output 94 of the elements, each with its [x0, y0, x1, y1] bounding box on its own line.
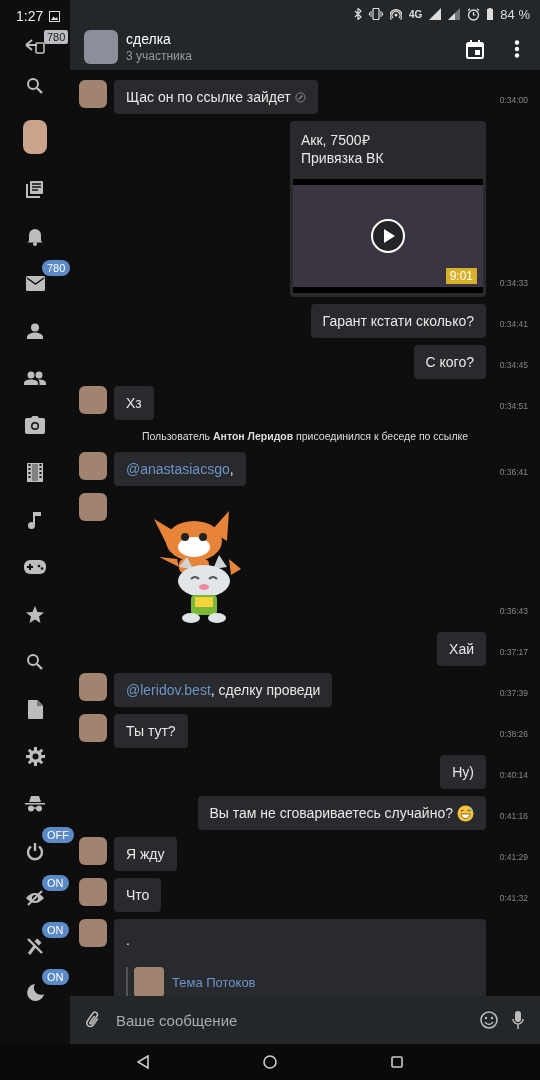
sender-photo-placeholder — [79, 878, 107, 906]
envelope-icon — [25, 276, 45, 292]
music-note-icon — [28, 511, 42, 529]
message-text: Что — [126, 886, 150, 904]
message-text: Хз — [126, 394, 142, 412]
count-badge: 780 — [44, 30, 69, 44]
message-text: Хай — [449, 640, 474, 658]
message-input[interactable]: Ваше сообщение — [114, 1010, 466, 1030]
message-text: С кого? — [425, 353, 474, 371]
video-duration: 9:01 — [445, 268, 477, 284]
sender-photo-placeholder — [79, 673, 107, 701]
mention-link[interactable]: @anastasiacsgo — [126, 461, 230, 477]
mention-link[interactable]: @leridov.best — [126, 682, 211, 698]
image-icon — [49, 10, 61, 22]
bell-icon — [27, 226, 43, 246]
battery-percent: 84 % — [500, 6, 530, 22]
message-text: Ну) — [452, 763, 474, 781]
message-time: 0:41:32 — [498, 893, 529, 903]
message-text: @leridov.best, сделку проведи — [126, 681, 321, 699]
sender-photo-placeholder — [134, 967, 164, 996]
star-icon — [26, 606, 44, 624]
back-icon[interactable] — [137, 1055, 149, 1069]
message-text: Гарант кстати сколько? — [322, 312, 474, 330]
smiley-icon[interactable] — [480, 1011, 498, 1029]
pin-icon — [26, 936, 44, 955]
camera-icon — [25, 416, 45, 435]
message-time: 0:41:29 — [498, 852, 529, 862]
sender-photo-placeholder — [79, 493, 107, 521]
message-text: Вы там не сговариваетесь случайно? — [209, 804, 453, 822]
alarm-icon — [467, 7, 481, 21]
play-icon[interactable] — [370, 218, 406, 254]
newspaper-icon — [26, 179, 44, 198]
chat-title: сделка — [126, 31, 172, 47]
profile-photo-placeholder — [23, 120, 47, 155]
hat-and-glasses-icon — [25, 795, 45, 812]
count-badge: ON — [42, 874, 69, 891]
signal-icon — [429, 8, 442, 20]
film-strip-icon — [27, 463, 43, 483]
message-time: 0:37:39 — [498, 688, 529, 698]
message-text: @anastasiacsgo, — [126, 460, 234, 478]
message-time: 0:37:17 — [498, 647, 529, 657]
sender-photo-placeholder — [79, 80, 107, 108]
vibrate-icon — [369, 8, 383, 20]
reply-author[interactable]: Тема Потоков — [172, 974, 256, 990]
calendar-icon[interactable] — [466, 39, 484, 59]
sender-photo-placeholder — [79, 386, 107, 414]
message-time: 0:34:33 — [498, 278, 529, 288]
signal-icon — [448, 8, 461, 20]
message-text: Я жду — [126, 845, 165, 863]
count-badge: ON — [42, 922, 69, 939]
message-text: Щас он по ссылке зайдет — [126, 88, 291, 106]
sender-photo-placeholder — [79, 919, 107, 947]
count-badge: ON — [42, 969, 69, 986]
sender-photo-placeholder — [79, 837, 107, 865]
network-type: 4G — [409, 8, 423, 20]
message-text: . — [126, 931, 131, 949]
eye-off-icon — [25, 890, 45, 907]
recent-apps-icon[interactable] — [391, 1056, 403, 1068]
microphone-icon[interactable] — [512, 1011, 524, 1029]
paperclip-icon[interactable] — [86, 1010, 100, 1030]
message-text: Акк, 7500₽ Привязка ВК — [300, 131, 385, 168]
bluetooth-icon — [354, 8, 362, 20]
battery-icon — [487, 8, 494, 20]
search-icon — [26, 652, 44, 671]
message-time: 0:34:51 — [498, 401, 529, 411]
document-icon — [27, 699, 43, 719]
message-time: 0:36:43 — [498, 606, 529, 616]
person-icon — [27, 322, 43, 339]
message-text: Ты тут? — [126, 722, 176, 740]
member-count: 3 участника — [126, 49, 193, 63]
people-icon — [24, 371, 46, 386]
message-time: 0:41:16 — [498, 811, 529, 821]
count-badge: 780 — [42, 259, 71, 276]
message-time: 0:40:14 — [498, 770, 529, 780]
hotspot-icon — [390, 8, 402, 20]
system-message: Пользователь Антон Леридов присоединился к беседе по ссылке — [140, 429, 470, 444]
gamepad-icon — [24, 560, 46, 575]
sender-photo-placeholder — [79, 452, 107, 480]
message-time: 0:34:45 — [498, 360, 529, 370]
count-badge: OFF — [42, 827, 74, 844]
more-options-icon[interactable] — [514, 40, 520, 58]
search-icon — [26, 76, 44, 95]
home-icon[interactable] — [263, 1055, 277, 1069]
chat-photo-placeholder — [84, 30, 118, 64]
message-time: 0:34:00 — [498, 95, 529, 105]
sender-photo-placeholder — [79, 714, 107, 742]
message-time: 0:34:41 — [498, 319, 529, 329]
clock-time: 1:27 — [16, 8, 44, 24]
settings-icon — [25, 747, 45, 766]
message-time: 0:36:41 — [498, 467, 529, 477]
message-time: 0:38:26 — [498, 729, 529, 739]
moon-icon — [26, 984, 44, 1002]
message-composer[interactable]: Ваше сообщение — [70, 996, 540, 1044]
power-icon — [26, 841, 44, 861]
